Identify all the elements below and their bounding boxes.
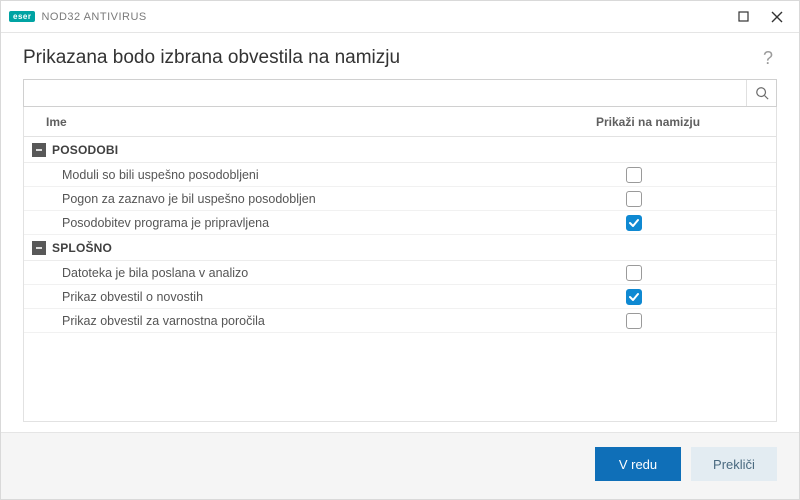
content-area: Ime Prikaži na namizju POSODOBI Moduli so… <box>1 79 799 432</box>
item-label: Pogon za zaznavo je bil uspešno posodobl… <box>24 192 586 206</box>
maximize-button[interactable] <box>729 3 757 31</box>
group-label: SPLOŠNO <box>52 241 112 255</box>
item-check-cell <box>586 215 776 231</box>
desktop-checkbox[interactable] <box>626 191 642 207</box>
dialog-window: eser NOD32 ANTIVIRUS Prikazana bodo izbr… <box>0 0 800 500</box>
search-input[interactable] <box>24 80 746 106</box>
item-check-cell <box>586 313 776 329</box>
search-icon <box>755 86 769 100</box>
close-button[interactable] <box>763 3 791 31</box>
collapse-icon[interactable] <box>32 143 46 157</box>
page-title: Prikazana bodo izbrana obvestila na nami… <box>23 47 759 69</box>
dialog-header: Prikazana bodo izbrana obvestila na nami… <box>1 33 799 79</box>
titlebar: eser NOD32 ANTIVIRUS <box>1 1 799 33</box>
window-controls <box>729 3 791 31</box>
collapse-icon[interactable] <box>32 241 46 255</box>
item-check-cell <box>586 191 776 207</box>
item-label: Prikaz obvestil za varnostna poročila <box>24 314 586 328</box>
notifications-table: Ime Prikaži na namizju POSODOBI Moduli so… <box>23 107 777 422</box>
item-row: Datoteka je bila poslana v analizo <box>24 261 776 285</box>
item-check-cell <box>586 167 776 183</box>
item-row: Prikaz obvestil za varnostna poročila <box>24 309 776 333</box>
desktop-checkbox[interactable] <box>626 215 642 231</box>
item-row: Pogon za zaznavo je bil uspešno posodobl… <box>24 187 776 211</box>
group-row: SPLOŠNO <box>24 235 776 261</box>
desktop-checkbox[interactable] <box>626 265 642 281</box>
item-check-cell <box>586 289 776 305</box>
brand: eser NOD32 ANTIVIRUS <box>9 11 147 23</box>
column-desktop: Prikaži na namizju <box>586 115 776 129</box>
brand-logo: eser <box>9 11 35 22</box>
item-check-cell <box>586 265 776 281</box>
desktop-checkbox[interactable] <box>626 289 642 305</box>
item-label: Datoteka je bila poslana v analizo <box>24 266 586 280</box>
brand-product: NOD32 ANTIVIRUS <box>41 11 146 23</box>
item-label: Prikaz obvestil o novostih <box>24 290 586 304</box>
cancel-button[interactable]: Prekliči <box>691 447 777 481</box>
group-label: POSODOBI <box>52 143 118 157</box>
table-body: POSODOBI Moduli so bili uspešno posodoblj… <box>24 137 776 333</box>
dialog-footer: V redu Prekliči <box>1 432 799 499</box>
table-header: Ime Prikaži na namizju <box>24 107 776 137</box>
help-icon[interactable]: ? <box>759 48 777 69</box>
desktop-checkbox[interactable] <box>626 313 642 329</box>
item-label: Moduli so bili uspešno posodobljeni <box>24 168 586 182</box>
item-row: Posodobitev programa je pripravljena <box>24 211 776 235</box>
desktop-checkbox[interactable] <box>626 167 642 183</box>
search-button[interactable] <box>746 80 776 106</box>
ok-button[interactable]: V redu <box>595 447 681 481</box>
item-label: Posodobitev programa je pripravljena <box>24 216 586 230</box>
item-row: Prikaz obvestil o novostih <box>24 285 776 309</box>
item-row: Moduli so bili uspešno posodobljeni <box>24 163 776 187</box>
column-name: Ime <box>24 115 586 129</box>
search-bar <box>23 79 777 107</box>
group-row: POSODOBI <box>24 137 776 163</box>
